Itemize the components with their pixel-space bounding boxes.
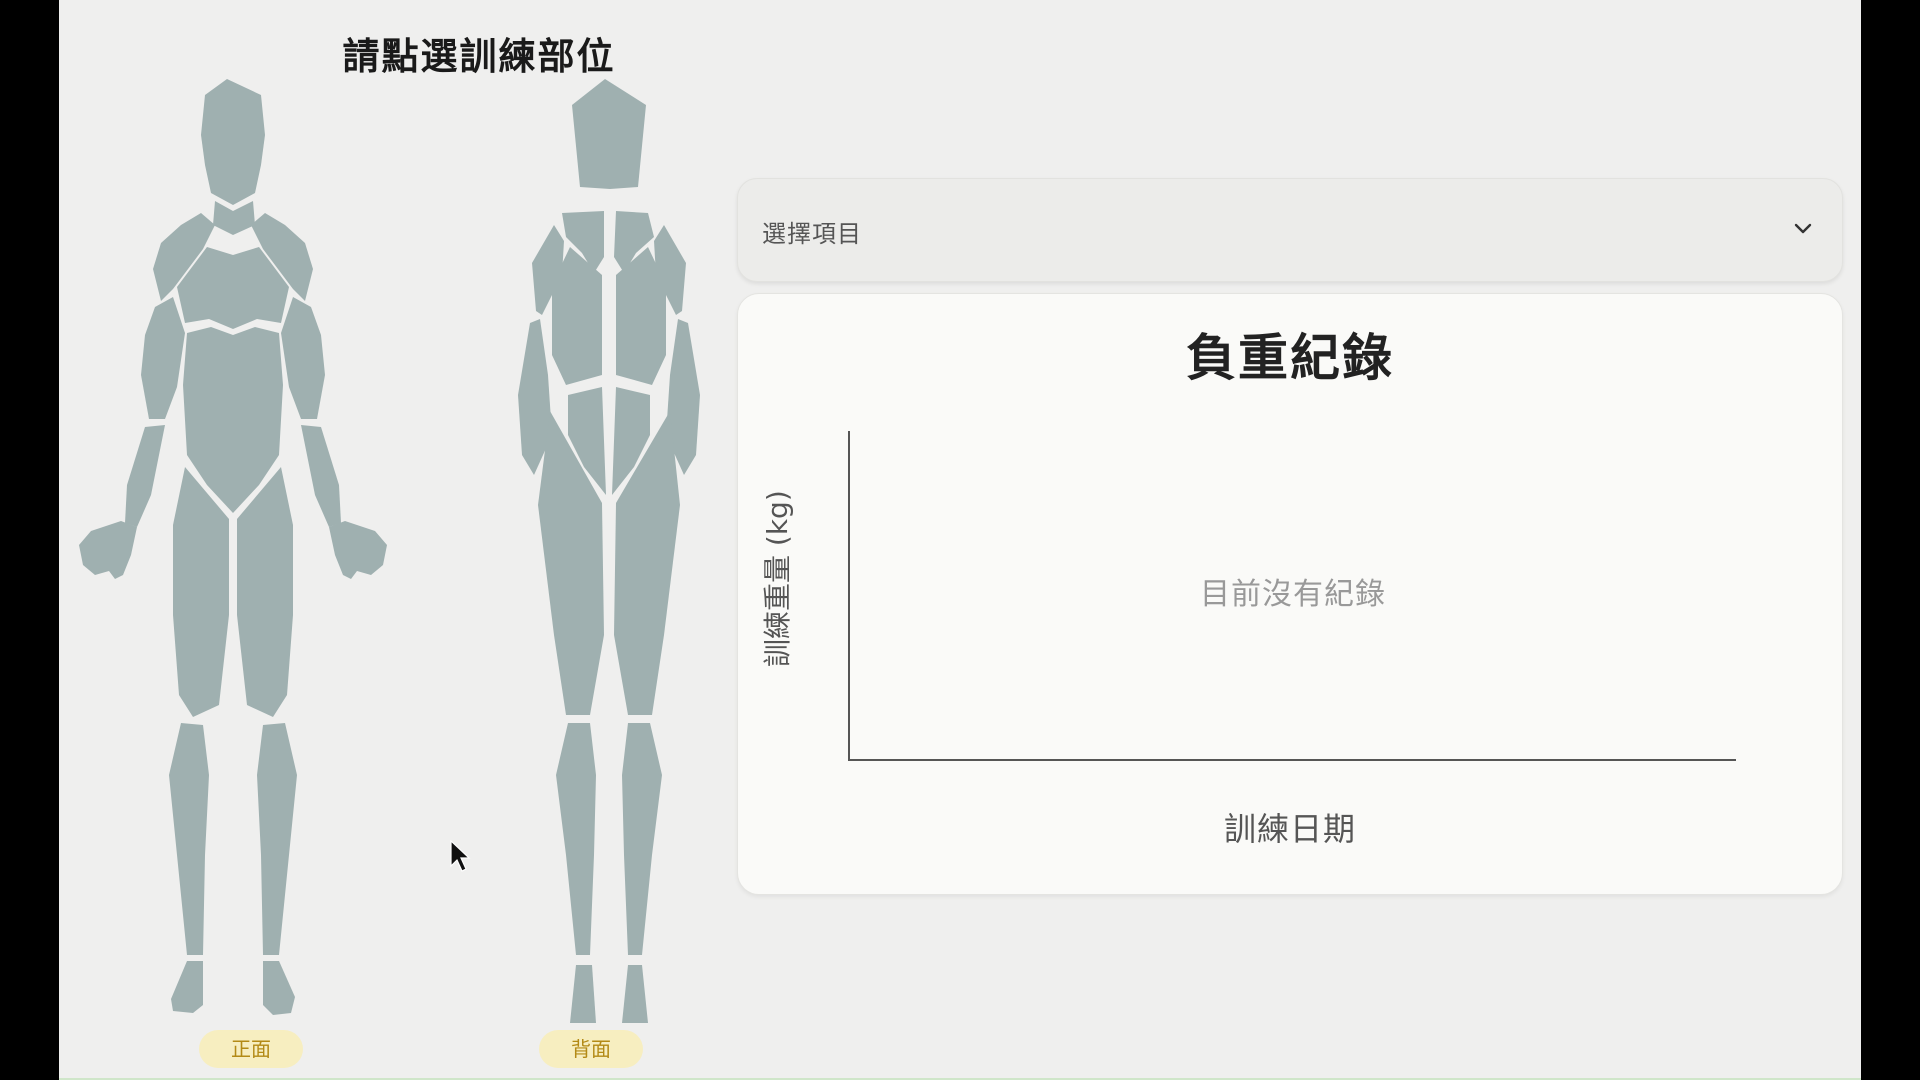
back-right-calf[interactable] [622,723,662,955]
exercise-select[interactable]: 選擇項目 [737,178,1843,282]
front-left-forearm[interactable] [125,425,165,527]
front-view-button[interactable]: 正面 [199,1030,303,1068]
front-body-figure [79,79,387,1015]
weight-record-card: 負重紀錄 訓練重量 (kg) 目前沒有紀錄 訓練日期 [737,293,1843,895]
front-right-thigh[interactable] [237,467,293,717]
chart-x-axis [848,759,1736,761]
exercise-select-placeholder: 選擇項目 [762,220,862,248]
chart-x-label: 訓練日期 [1223,810,1356,848]
back-left-calf[interactable] [556,723,596,955]
front-left-hand[interactable] [79,521,137,579]
picker-title: 請點選訓練部位 [342,35,616,78]
back-left-heel[interactable] [570,965,596,1023]
back-right-heel[interactable] [622,965,648,1023]
front-left-upper-arm[interactable] [141,297,185,419]
chart-title: 負重紀錄 [1186,329,1394,387]
chevron-down-icon [1794,223,1812,234]
app-window: 請點選訓練部位 正面 背面 選擇項目 負重紀錄 訓練重量 (kg) 目前沒有紀錄… [59,0,1861,1078]
back-head[interactable] [572,79,646,189]
front-left-thigh[interactable] [173,467,229,717]
front-head[interactable] [201,79,265,205]
front-right-shin[interactable] [257,723,297,955]
front-right-forearm[interactable] [301,425,341,527]
front-right-foot[interactable] [263,961,295,1015]
back-view-button[interactable]: 背面 [539,1030,643,1068]
front-left-shin[interactable] [169,723,209,955]
chart-empty-message: 目前沒有紀錄 [1200,577,1386,612]
front-left-foot[interactable] [171,961,203,1013]
front-neck[interactable] [213,201,255,235]
front-right-upper-arm[interactable] [281,297,325,419]
chart-y-label: 訓練重量 (kg) [761,490,794,667]
mouse-cursor-icon [450,840,471,872]
front-right-hand[interactable] [329,521,387,579]
